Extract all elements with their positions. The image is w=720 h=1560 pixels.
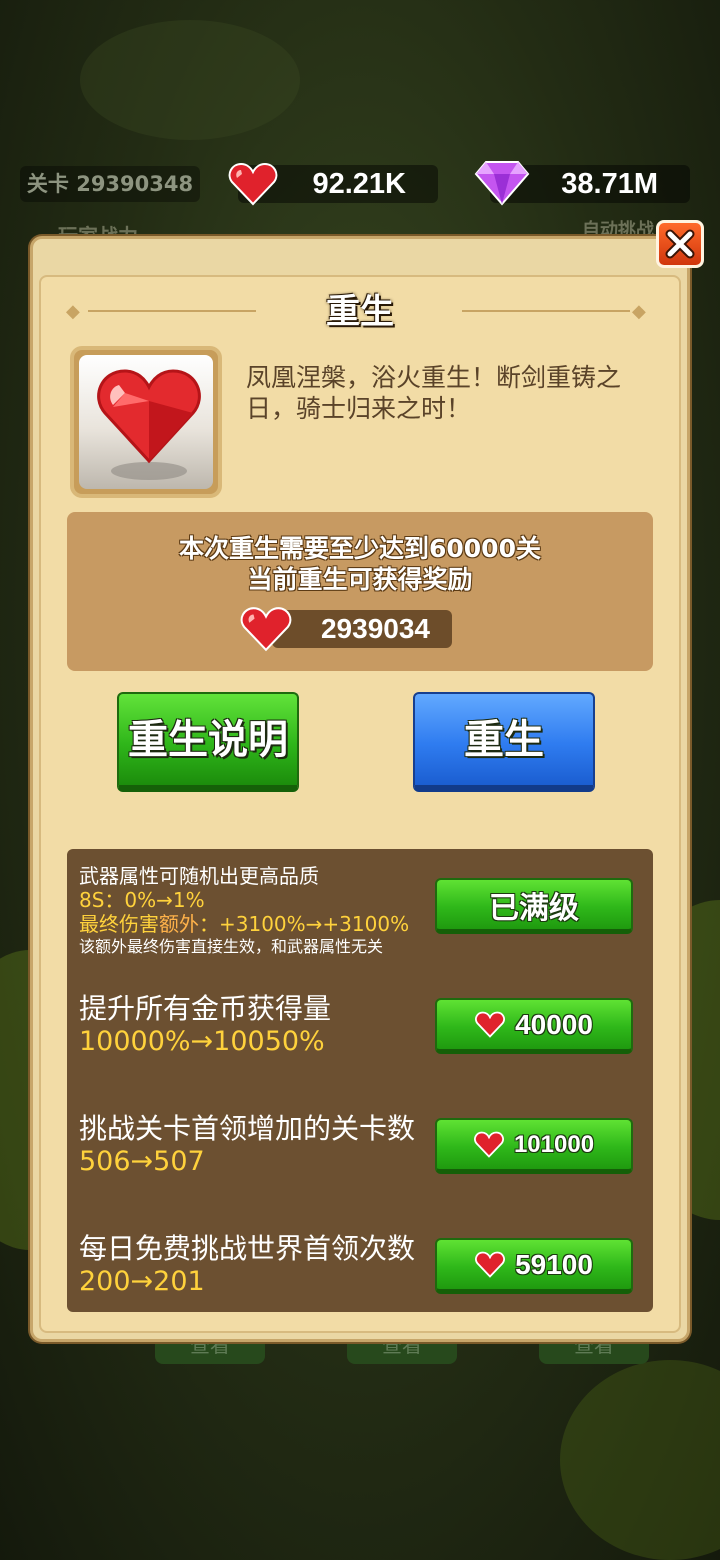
upgrade-world-boss-cost: 59100 xyxy=(515,1248,593,1280)
heart-gem-icon xyxy=(475,1011,505,1038)
rebirth-description: 凤凰涅槃，浴火重生！断剑重铸之日，骑士归来之时！ xyxy=(246,363,622,423)
reward-amount: 2939034 xyxy=(320,613,430,644)
rebirth-button[interactable]: 重生 xyxy=(413,692,595,792)
level-indicator: 关卡 29390348 xyxy=(20,166,200,202)
damage-value: ：+3100%→+3100% xyxy=(199,912,410,936)
heart-gem-icon xyxy=(240,607,292,652)
upgrade-world-boss-title: 每日免费挑战世界首领次数 xyxy=(79,1232,416,1265)
rebirth-info-button[interactable]: 重生说明 xyxy=(117,692,299,792)
upgrade-weapon-note: 该额外最终伤害直接生效，和武器属性无关 xyxy=(79,937,384,956)
upgrade-world-boss-button[interactable]: 59100 xyxy=(435,1238,633,1294)
upgrade-gold-value: 10000%→10050% xyxy=(79,1026,325,1057)
upgrade-gold-button[interactable]: 40000 xyxy=(435,998,633,1054)
upgrade-boss-stages: 挑战关卡首领增加的关卡数 506→507 xyxy=(79,1112,415,1178)
heart-gem-icon xyxy=(97,369,201,480)
upgrade-world-boss: 每日免费挑战世界首领次数 200→201 xyxy=(79,1232,415,1298)
upgrade-weapon-quality: 武器属性可随机出更高品质 8S：0%→1% 最终伤害额外：+3100%→+310… xyxy=(79,864,409,958)
upgrade-world-boss-value: 200→201 xyxy=(79,1266,205,1297)
gems-value: 38.71M xyxy=(561,168,658,200)
close-icon xyxy=(665,229,695,259)
heart-gem-icon xyxy=(474,1131,504,1158)
reward-amount-pill: 2939034 xyxy=(272,610,452,648)
upgrade-gold-cost: 40000 xyxy=(515,1008,593,1040)
bg-tree-top xyxy=(80,20,300,140)
rebirth-item-card xyxy=(79,355,213,489)
heart-gem-icon xyxy=(475,1251,505,1278)
upgrade-boss-button[interactable]: 101000 xyxy=(435,1118,633,1174)
reward-caption: 当前重生可获得奖励 xyxy=(247,565,473,594)
upgrade-gold-gain: 提升所有金币获得量 10000%→10050% xyxy=(79,992,331,1058)
upgrade-gold-title: 提升所有金币获得量 xyxy=(79,992,332,1025)
dialog-title: 重生 xyxy=(326,292,394,332)
heart-gem-icon xyxy=(228,162,278,206)
hearts-value: 92.21K xyxy=(312,168,406,200)
diamond-icon xyxy=(474,161,530,206)
upgrade-weapon-8s: 8S：0%→1% xyxy=(79,888,205,912)
upgrade-boss-value: 506→507 xyxy=(79,1146,205,1177)
bg-foliage-bottom-right xyxy=(560,1360,720,1560)
rebirth-item-frame xyxy=(70,346,222,498)
close-button[interactable] xyxy=(656,220,704,268)
max-level-label: 已满级 xyxy=(489,890,579,926)
upgrade-weapon-title: 武器属性可随机出更高品质 xyxy=(79,864,319,888)
upgrade-weapon-damage: 最终伤害额外：+3100%→+3100% xyxy=(79,912,409,936)
max-level-button[interactable]: 已满级 xyxy=(435,878,633,934)
upgrade-boss-cost: 101000 xyxy=(513,1130,595,1158)
damage-extra-label: 额外 xyxy=(159,912,199,936)
upgrade-boss-title: 挑战关卡首领增加的关卡数 xyxy=(79,1112,416,1145)
damage-label: 最终伤害 xyxy=(79,912,159,936)
